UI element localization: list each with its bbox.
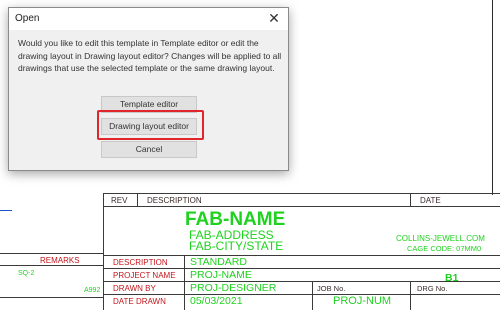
job-no-label: JOB No.: [317, 284, 346, 293]
tb-line: [104, 268, 500, 269]
description-value: STANDARD: [190, 256, 247, 268]
tb-line: [104, 206, 500, 207]
rev-header: REV: [111, 196, 128, 205]
date-header: DATE: [420, 196, 441, 205]
description-label: DESCRIPTION: [113, 258, 168, 267]
dialog-message: Would you like to edit this template in …: [18, 38, 282, 73]
screen: REMARKS SQ-2 A992 REV DESCRIPTION DATE F…: [0, 0, 500, 310]
tb-line: [410, 194, 411, 207]
cage-code: CAGE CODE: 07MM0: [407, 244, 482, 253]
drawn-by-value: PROJ-DESIGNER: [190, 282, 277, 294]
tb-line: [104, 281, 500, 282]
website: COLLINS-JEWELL.COM: [396, 234, 485, 243]
tb-line: [312, 281, 313, 310]
dimension-mark: [0, 210, 12, 211]
left-table-line: [0, 297, 104, 298]
title-block: REV DESCRIPTION DATE FAB-NAME FAB-ADDRES…: [103, 193, 500, 310]
left-table-line: [0, 265, 104, 266]
open-dialog: Open ✕ Would you like to edit this templ…: [8, 7, 289, 171]
job-no-value: PROJ-NUM: [333, 295, 392, 307]
remarks-row-2: A992: [84, 287, 101, 294]
dialog-titlebar[interactable]: Open ✕: [9, 8, 288, 30]
remarks-row-1: SQ-2: [18, 270, 35, 277]
dialog-title: Open: [15, 13, 40, 24]
project-name-value: PROJ-NAME: [190, 269, 252, 281]
tb-line: [104, 255, 500, 256]
drg-no-label: DRG No.: [417, 284, 448, 293]
tb-line: [184, 255, 185, 310]
sheet-value: B1: [445, 272, 459, 284]
date-drawn-value: 05/03/2021: [190, 295, 243, 307]
left-table: REMARKS SQ-2 A992: [0, 253, 104, 310]
remarks-header: REMARKS: [40, 256, 80, 265]
tb-line: [104, 294, 500, 295]
description-header: DESCRIPTION: [147, 196, 202, 205]
drawing-border-right: [492, 0, 493, 195]
tb-line: [410, 281, 411, 310]
project-name-label: PROJECT NAME: [113, 271, 176, 280]
date-drawn-label: DATE DRAWN: [113, 297, 166, 306]
left-table-line: [0, 253, 104, 254]
tb-line: [137, 194, 138, 207]
highlight-box: [97, 110, 204, 140]
cancel-button[interactable]: Cancel: [101, 141, 197, 158]
close-icon[interactable]: ✕: [260, 8, 288, 30]
fab-city-state: FAB-CITY/STATE: [189, 239, 284, 253]
drawn-by-label: DRAWN BY: [113, 284, 156, 293]
